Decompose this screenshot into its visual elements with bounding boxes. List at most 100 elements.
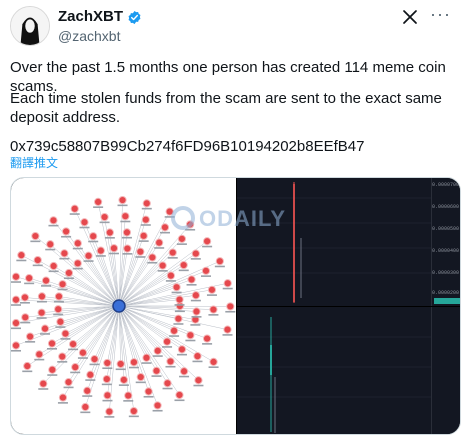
graph-node-label bbox=[202, 343, 213, 345]
odaily-logo-icon bbox=[171, 206, 195, 230]
graph-node-label bbox=[19, 301, 30, 304]
graph-node bbox=[73, 239, 82, 248]
graph-node-label bbox=[151, 375, 162, 377]
graph-node-label bbox=[45, 248, 56, 251]
graph-node bbox=[39, 379, 48, 388]
graph-node bbox=[89, 232, 98, 241]
graph-node bbox=[40, 324, 50, 333]
avatar-image bbox=[11, 7, 49, 45]
graph-node-label bbox=[128, 415, 139, 418]
graph-node bbox=[61, 329, 70, 338]
graph-node-label bbox=[222, 334, 233, 336]
graph-node bbox=[139, 231, 148, 240]
graph-node-label bbox=[80, 411, 91, 414]
translate-link[interactable]: 翻譯推文 bbox=[10, 154, 58, 171]
graph-node bbox=[191, 291, 200, 300]
graph-node-label bbox=[128, 366, 139, 369]
graph-node bbox=[48, 365, 57, 374]
graph-node-label bbox=[122, 253, 133, 255]
graph-node bbox=[119, 375, 128, 384]
graph-node bbox=[144, 387, 153, 396]
graph-node bbox=[60, 249, 69, 258]
graph-node bbox=[47, 339, 57, 348]
tweet-text-line2: Each time stolen funds from the scam are… bbox=[10, 90, 442, 107]
graph-node bbox=[123, 244, 132, 253]
graph-node-label bbox=[72, 267, 83, 270]
graph-node bbox=[223, 279, 232, 288]
media-grid[interactable]: 0.0000700 0.0000600 0.0000500 0.0000400 … bbox=[10, 177, 461, 435]
graph-node-label bbox=[192, 360, 203, 363]
graph-node-label bbox=[40, 333, 51, 335]
graph-node-label bbox=[208, 314, 219, 316]
graph-node-label bbox=[222, 287, 233, 290]
price-chart-top[interactable]: 0.0000700 0.0000600 0.0000500 0.0000400 … bbox=[237, 178, 460, 306]
graph-node bbox=[49, 216, 58, 225]
graph-node-label bbox=[57, 288, 68, 291]
graph-node-label bbox=[157, 270, 168, 272]
graph-node-label bbox=[191, 316, 202, 318]
graph-node-label bbox=[36, 300, 47, 303]
avatar[interactable] bbox=[10, 6, 50, 46]
graph-node bbox=[11, 295, 21, 304]
graph-node bbox=[177, 345, 187, 354]
author-name[interactable]: ZachXBT bbox=[58, 8, 123, 26]
graph-node-label bbox=[61, 235, 72, 238]
graph-node bbox=[168, 248, 177, 257]
graph-node-label bbox=[41, 285, 52, 287]
graph-node-label bbox=[36, 317, 47, 319]
graph-node bbox=[103, 358, 112, 368]
tick-label: 0.0000600 bbox=[431, 204, 459, 210]
graph-node-label bbox=[47, 374, 58, 376]
author-handle[interactable]: @zachxbt bbox=[58, 28, 120, 44]
graph-node bbox=[23, 361, 32, 371]
graph-node-label bbox=[11, 349, 21, 352]
graph-node bbox=[86, 370, 95, 379]
graph-edge bbox=[113, 248, 120, 307]
graph-node bbox=[223, 325, 232, 334]
graph-node bbox=[192, 307, 201, 316]
graph-node-label bbox=[57, 361, 68, 363]
graph-node-label bbox=[140, 224, 151, 226]
graph-node bbox=[153, 401, 162, 410]
price-chart-bottom[interactable] bbox=[237, 307, 460, 434]
graph-node-label bbox=[34, 358, 45, 361]
graph-node bbox=[175, 295, 184, 304]
graph-node bbox=[179, 367, 189, 376]
graph-node bbox=[121, 212, 130, 221]
graph-edge bbox=[118, 248, 128, 307]
graph-node-label bbox=[141, 362, 152, 364]
graph-node bbox=[61, 227, 71, 236]
tick-label: 0.0000300 bbox=[431, 270, 459, 276]
graph-node-label bbox=[117, 204, 128, 207]
graph-node-label bbox=[159, 231, 170, 234]
x-logo-icon[interactable] bbox=[402, 9, 418, 25]
graph-node bbox=[174, 314, 183, 323]
graph-node-label bbox=[208, 366, 219, 368]
graph-node-label bbox=[147, 261, 158, 264]
graph-node-label bbox=[38, 388, 49, 390]
tick-label: 0.0000700 bbox=[431, 182, 459, 188]
graph-node-label bbox=[11, 304, 21, 306]
graph-node-label bbox=[173, 323, 184, 325]
graph-node bbox=[70, 204, 79, 213]
graph-node bbox=[226, 302, 235, 311]
graph-node-label bbox=[47, 347, 58, 350]
graph-node-label bbox=[202, 245, 213, 248]
graph-node bbox=[136, 247, 145, 256]
graph-node-label bbox=[186, 284, 197, 286]
more-options-icon[interactable]: ··· bbox=[430, 4, 451, 25]
graph-node-label bbox=[165, 280, 176, 282]
graph-node bbox=[102, 374, 111, 384]
graph-node bbox=[58, 352, 67, 361]
graph-node bbox=[11, 341, 21, 350]
graph-node bbox=[46, 240, 55, 249]
graph-node bbox=[158, 261, 167, 270]
graph-node bbox=[25, 274, 34, 283]
graph-node-label bbox=[68, 348, 79, 351]
graph-node-label bbox=[174, 399, 185, 402]
graph-node-label bbox=[79, 226, 90, 229]
graph-node-label bbox=[25, 341, 36, 343]
graph-node bbox=[37, 292, 47, 301]
graph-node bbox=[64, 378, 73, 387]
graph-node bbox=[141, 215, 150, 224]
